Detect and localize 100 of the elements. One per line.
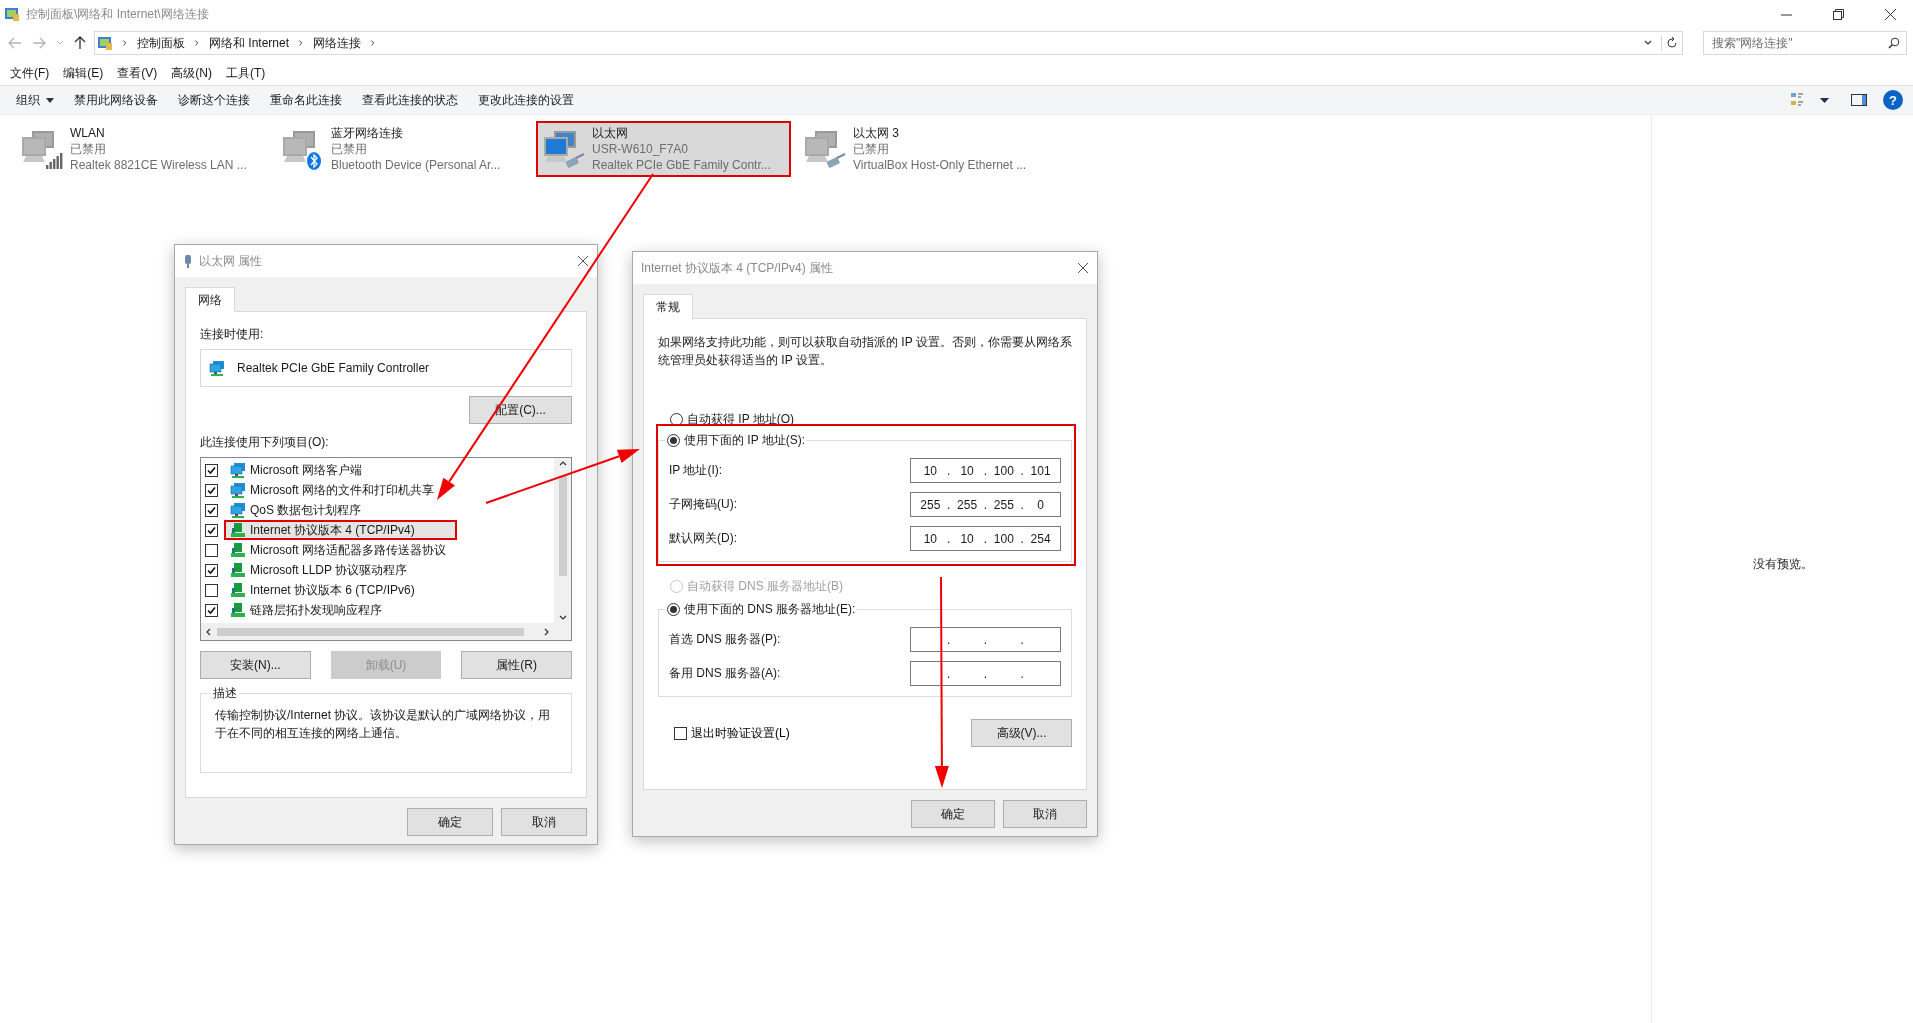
advanced-button[interactable]: 高级(V)... <box>971 719 1072 747</box>
ip-address-field[interactable]: . . . <box>910 627 1061 652</box>
list-item[interactable]: Microsoft 网络客户端 <box>224 460 404 480</box>
list-item[interactable]: Microsoft LLDP 协议驱动程序 <box>224 560 450 580</box>
item-label: Microsoft 网络适配器多路传送器协议 <box>250 541 446 559</box>
item-label: Microsoft 网络的文件和打印机共享 <box>250 481 434 499</box>
connection-name: 以太网 3 <box>853 125 900 141</box>
field-label: 默认网关(D): <box>669 530 737 547</box>
toolbar-button[interactable]: 重命名此连接 <box>264 86 356 114</box>
list-action-button[interactable]: 安装(N)... <box>200 651 311 679</box>
list-item[interactable]: Microsoft 网络适配器多路传送器协议 <box>224 540 488 560</box>
checkbox[interactable] <box>205 603 218 617</box>
list-item[interactable]: QoS 数据包计划程序 <box>224 500 404 520</box>
chevron-right-icon <box>193 39 201 47</box>
ip-address-field[interactable]: 10 . 10 . 100 . 101 <box>910 458 1061 483</box>
caret-icon <box>46 97 54 103</box>
field-label: IP 地址(I): <box>669 462 723 479</box>
item-label: Internet 协议版本 4 (TCP/IPv4) <box>250 521 415 539</box>
breadcrumb[interactable]: 网络连接 <box>313 34 362 52</box>
list-item[interactable]: Microsoft 网络的文件和打印机共享 <box>224 480 476 500</box>
chevron-right-icon <box>121 39 129 47</box>
preview-message: 没有预览。 <box>1752 555 1813 573</box>
adapter-name: Realtek PCIe GbE Family Controller <box>237 361 430 375</box>
intro-text: 如果网络支持此功能，则可以获取自动指派的 IP 设置。否则，你需要从网络系统管理员处获得适当的 IP 设置。 <box>658 334 1072 369</box>
menu-item[interactable]: 高级(N) <box>171 64 212 82</box>
connection-status: 已禁用 <box>853 141 890 157</box>
connection-name: WLAN <box>70 125 106 141</box>
radio-button[interactable]: 使用下面的 DNS 服务器地址(E): <box>667 601 856 618</box>
radio-button[interactable]: 使用下面的 IP 地址(S): <box>667 432 806 449</box>
window-title: 控制面板\网络和 Internet\网络连接 <box>26 5 210 23</box>
close-icon[interactable] <box>1077 262 1089 274</box>
menu-item[interactable]: 工具(T) <box>226 64 266 82</box>
connection-item[interactable]: 以太网 USR-W610_F7A0 Realtek PCIe GbE Family Contr... <box>536 121 791 177</box>
checkbox[interactable] <box>205 563 218 577</box>
tab[interactable]: 常规 <box>643 294 693 319</box>
checkbox[interactable] <box>205 503 218 517</box>
checkbox[interactable] <box>205 483 218 497</box>
group-legend: 描述 <box>211 685 239 702</box>
network-protocol-icon <box>230 522 246 538</box>
network-protocol-icon <box>230 562 246 578</box>
list-action-button[interactable]: 属性(R) <box>461 651 572 679</box>
breadcrumb[interactable]: 网络和 Internet <box>209 34 290 52</box>
checkbox[interactable] <box>205 543 218 557</box>
device-name: Realtek PCIe GbE Family Contr... <box>592 157 771 173</box>
preview-pane-button[interactable] <box>1849 92 1869 108</box>
toolbar-button[interactable]: 更改此连接的设置 <box>472 86 588 114</box>
connection-status: USR-W610_F7A0 <box>592 141 690 157</box>
dropdown-icon <box>1820 97 1829 103</box>
connection-name: 以太网 <box>592 125 629 141</box>
up-button[interactable] <box>72 34 88 52</box>
checkbox[interactable] <box>205 463 218 477</box>
breadcrumb[interactable]: 控制面板 <box>137 34 185 52</box>
close-icon[interactable] <box>577 255 589 267</box>
description-text: 传输控制协议/Internet 协议。该协议是默认的广域网络协议，用于在不同的相互连接的网络上通信。 <box>215 707 552 742</box>
field-label: 子网掩码(U): <box>669 496 737 513</box>
field-label: 首选 DNS 服务器(P): <box>669 631 781 648</box>
field-label: 备用 DNS 服务器(A): <box>669 665 781 682</box>
view-dropdown-button[interactable] <box>1818 95 1831 105</box>
ip-address-field[interactable]: . . . <box>910 661 1061 686</box>
back-arrow-icon <box>8 37 22 49</box>
list-item[interactable]: Internet 协议版本 4 (TCP/IPv4) <box>224 520 457 540</box>
item-label: Internet 协议版本 6 (TCP/IPv6) <box>250 581 415 599</box>
dialog-button[interactable]: 取消 <box>1003 800 1087 828</box>
menu-item[interactable]: 编辑(E) <box>63 64 104 82</box>
list-item[interactable]: 链路层拓扑发现响应程序 <box>224 600 424 620</box>
dialog-button[interactable]: 确定 <box>911 800 995 828</box>
checkbox[interactable] <box>205 583 218 597</box>
menu-item[interactable]: 文件(F) <box>10 64 50 82</box>
tab[interactable]: 网络 <box>185 287 235 312</box>
address-bar[interactable]: 控制面板 网络和 Internet 网络连接 <box>94 31 1683 55</box>
network-computer-icon <box>230 462 246 478</box>
checkbox[interactable]: 退出时验证设置(L) <box>674 724 790 742</box>
item-label: 链路层拓扑发现响应程序 <box>250 601 382 619</box>
window-title: 以太网 属性 <box>199 252 264 270</box>
help-button[interactable]: ? <box>1883 90 1903 110</box>
dialog-button[interactable]: 确定 <box>407 808 493 836</box>
search-icon <box>1888 37 1900 49</box>
ip-address-field[interactable]: 10 . 10 . 100 . 254 <box>910 526 1061 551</box>
device-name: Realtek 8821CE Wireless LAN ... <box>70 157 247 173</box>
section-label: 连接时使用: <box>200 326 265 343</box>
toolbar-button[interactable]: 查看此连接的状态 <box>356 86 472 114</box>
network-computer-icon <box>209 360 225 376</box>
window-title: Internet 协议版本 4 (TCP/IPv4) 属性 <box>641 259 835 277</box>
ip-address-field[interactable]: 255 . 255 . 255 . 0 <box>910 492 1061 517</box>
control-panel-icon <box>4 6 20 22</box>
refresh-icon <box>1666 37 1678 49</box>
toolbar-button[interactable]: 组织 <box>10 86 68 114</box>
menu-item[interactable]: 查看(V) <box>117 64 158 82</box>
connection-status: 已禁用 <box>331 141 368 157</box>
list-item[interactable]: Internet 协议版本 6 (TCP/IPv6) <box>224 580 457 600</box>
network-protocol-icon <box>230 542 246 558</box>
toolbar-button[interactable]: 禁用此网络设备 <box>68 86 172 114</box>
toolbar-button[interactable]: 诊断这个连接 <box>172 86 264 114</box>
network-protocol-icon <box>230 602 246 618</box>
up-arrow-icon <box>74 36 86 50</box>
dialog-button[interactable]: 取消 <box>501 808 587 836</box>
search-field[interactable]: 搜索"网络连接" <box>1703 31 1907 55</box>
network-computer-icon <box>230 502 246 518</box>
connection-status: 已禁用 <box>70 141 107 157</box>
checkbox[interactable] <box>205 523 218 537</box>
